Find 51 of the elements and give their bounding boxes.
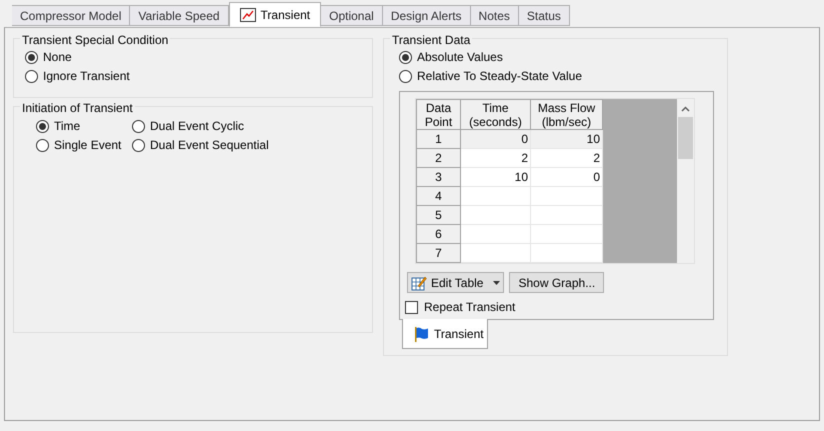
radio-button[interactable] <box>132 120 145 132</box>
table-cell: 0 <box>521 132 528 146</box>
radio-button[interactable] <box>25 70 38 82</box>
radio-label: Single Event <box>54 137 122 154</box>
tab[interactable]: Variable Speed <box>130 5 229 26</box>
scrollbar-thumb[interactable] <box>678 117 693 159</box>
checkbox-label: Repeat Transient <box>424 299 516 316</box>
column-header: Time (seconds) <box>460 100 530 130</box>
table-cell: 2 <box>593 151 600 165</box>
radio-button[interactable] <box>132 138 145 152</box>
row-number: 6 <box>435 227 442 241</box>
flag-icon <box>413 326 429 342</box>
scrollbar[interactable] <box>677 99 694 263</box>
chart-icon <box>240 8 256 22</box>
row-number: 2 <box>435 151 442 165</box>
table-cell: 10 <box>514 170 528 184</box>
row-number: 4 <box>435 189 442 203</box>
radio-button[interactable] <box>25 50 38 64</box>
tab[interactable]: Compressor Model <box>12 5 130 26</box>
table-cell: 10 <box>586 132 600 146</box>
table-cell: 0 <box>593 170 600 184</box>
table-pencil-icon <box>411 274 427 290</box>
radio-label: Ignore Transient <box>43 68 130 85</box>
radio-label: Absolute Values <box>417 49 503 66</box>
edit-table-button[interactable]: Edit Table <box>407 272 504 293</box>
row-number: 5 <box>435 208 442 222</box>
radio-label: Dual Event Sequential <box>150 137 269 154</box>
checkbox[interactable] <box>405 300 418 314</box>
radio-button[interactable] <box>399 50 412 64</box>
radio-label: Relative To Steady-State Value <box>417 68 582 85</box>
radio-button[interactable] <box>399 70 412 82</box>
caret-icon <box>493 280 500 284</box>
show-graph-button[interactable]: Show Graph... <box>509 272 604 293</box>
tab[interactable]: Status <box>518 5 570 26</box>
radio-label: None <box>43 49 72 66</box>
tab[interactable]: Optional <box>321 5 383 26</box>
tab[interactable]: Transient <box>228 2 322 27</box>
tab[interactable]: Transient <box>402 319 488 349</box>
scroll-up-icon[interactable] <box>681 106 690 112</box>
radio-button[interactable] <box>36 138 49 152</box>
radio-label: Dual Event Cyclic <box>150 118 244 135</box>
tab[interactable]: Design Alerts <box>382 5 471 26</box>
radio-label: Time <box>54 118 80 135</box>
row-number: 3 <box>435 170 442 184</box>
tab[interactable]: Notes <box>470 5 519 26</box>
radio-button[interactable] <box>36 120 49 132</box>
row-number: 1 <box>435 132 442 146</box>
column-header: Data Point <box>416 100 460 130</box>
column-header: Mass Flow (lbm/sec) <box>530 100 602 130</box>
table-cell: 2 <box>521 151 528 165</box>
row-number: 7 <box>435 246 442 260</box>
